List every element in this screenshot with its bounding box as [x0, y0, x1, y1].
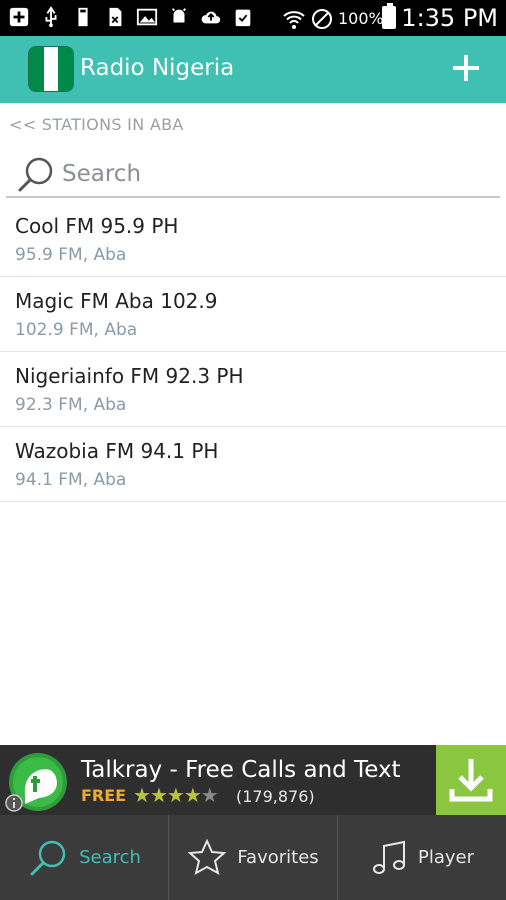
app-bar: Radio Nigeria	[0, 36, 506, 103]
download-icon	[449, 759, 493, 802]
android-debug-icon	[171, 8, 187, 23]
back-to-stations-link[interactable]: << STATIONS IN ABA	[9, 115, 184, 134]
do-not-disturb-icon	[312, 9, 332, 29]
music-note-icon	[372, 840, 405, 874]
add-box-icon	[9, 7, 29, 27]
search-icon	[30, 840, 66, 875]
star-filled-icon: ★	[166, 783, 185, 807]
station-row[interactable]: Nigeriainfo FM 92.3 PH 92.3 FM, Aba	[0, 352, 506, 427]
station-name: Nigeriainfo FM 92.3 PH	[15, 364, 244, 388]
app-title: Radio Nigeria	[80, 55, 235, 81]
clipboard-check-icon	[235, 9, 251, 27]
station-row[interactable]: Wazobia FM 94.1 PH 94.1 FM, Aba	[0, 427, 506, 502]
bottom-nav: Search Favorites Player	[0, 815, 506, 900]
star-icon	[187, 838, 227, 875]
usb-icon	[45, 6, 57, 28]
status-time: 1:35 PM	[401, 4, 498, 32]
star-filled-icon: ★	[133, 783, 151, 807]
station-frequency: 95.9 FM, Aba	[15, 245, 127, 265]
battery-icon	[382, 3, 396, 29]
search-icon	[18, 157, 53, 192]
ad-download-button[interactable]	[436, 745, 506, 815]
station-row[interactable]: Cool FM 95.9 PH 95.9 FM, Aba	[0, 202, 506, 277]
nigeria-flag-icon[interactable]	[28, 46, 74, 92]
sd-card-icon	[78, 7, 88, 27]
station-name: Wazobia FM 94.1 PH	[15, 439, 219, 463]
tab-favorites-label: Favorites	[237, 847, 319, 868]
tab-favorites[interactable]: Favorites	[168, 815, 337, 900]
star-filled-icon: ★	[149, 783, 168, 807]
star-empty-icon: ★	[200, 783, 219, 807]
cloud-upload-icon	[201, 11, 221, 24]
station-frequency: 102.9 FM, Aba	[15, 320, 138, 340]
ad-banner[interactable]: Talkray - Free Calls and Text FREE ★★★★★…	[0, 745, 506, 815]
station-list: Cool FM 95.9 PH 95.9 FM, Aba Magic FM Ab…	[0, 202, 506, 502]
status-icons	[8, 6, 254, 28]
tab-search[interactable]: Search	[0, 815, 168, 900]
ad-review-count: (179,876)	[236, 787, 315, 806]
search-bar	[6, 148, 500, 198]
station-row[interactable]: Magic FM Aba 102.9 102.9 FM, Aba	[0, 277, 506, 352]
tab-player[interactable]: Player	[337, 815, 506, 900]
ad-info-icon[interactable]	[4, 793, 24, 813]
station-frequency: 94.1 FM, Aba	[15, 470, 127, 490]
search-input[interactable]	[60, 156, 484, 192]
station-name: Magic FM Aba 102.9	[15, 289, 218, 313]
ad-title: Talkray - Free Calls and Text	[81, 757, 401, 783]
ad-price: FREE	[81, 786, 127, 805]
station-frequency: 92.3 FM, Aba	[15, 395, 127, 415]
ad-rating-stars: ★★★★★	[133, 783, 219, 807]
tab-search-label: Search	[79, 847, 141, 868]
battery-percent: 100%	[338, 9, 384, 28]
status-bar: 100% 1:35 PM	[0, 0, 506, 36]
wifi-icon	[283, 11, 305, 29]
station-name: Cool FM 95.9 PH	[15, 214, 179, 238]
no-sim-icon	[109, 7, 122, 27]
tab-player-label: Player	[417, 847, 474, 868]
star-filled-icon: ★	[183, 783, 202, 807]
add-station-button[interactable]	[450, 52, 482, 84]
image-icon	[136, 8, 158, 26]
